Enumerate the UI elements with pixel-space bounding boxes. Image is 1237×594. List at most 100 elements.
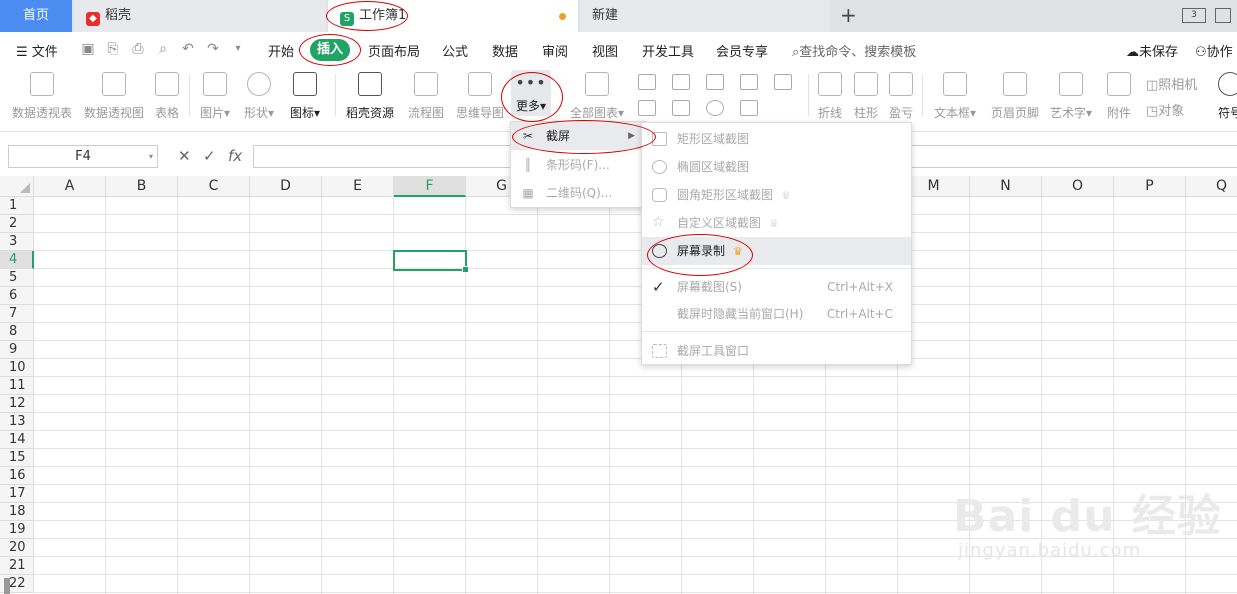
active-cell[interactable] — [393, 250, 469, 273]
row-header[interactable]: 20 — [0, 539, 34, 557]
collaborate-button[interactable]: ⚇协作 — [1195, 41, 1233, 60]
menu-developer[interactable]: 开发工具 — [642, 41, 694, 60]
wordart-button[interactable]: 艺术字▾ — [1050, 72, 1092, 121]
name-box[interactable]: F4 ▾ — [8, 145, 158, 168]
textbox-button[interactable]: 文本框▾ — [934, 72, 976, 121]
column-header[interactable]: P — [1114, 176, 1186, 197]
command-search[interactable]: ⌕查找命令、搜索模板 — [792, 41, 916, 60]
menu-review[interactable]: 审阅 — [542, 41, 568, 60]
object-button[interactable]: ◳对象 — [1146, 100, 1184, 119]
header-footer-button[interactable]: 页眉页脚 — [991, 72, 1039, 121]
confirm-icon[interactable]: ✓ — [203, 147, 216, 165]
symbol-button[interactable]: 符号 — [1218, 72, 1237, 121]
bar-chart-icon[interactable] — [672, 74, 690, 90]
column-header[interactable]: F — [394, 176, 466, 197]
menu-item-qrcode[interactable]: ▦ 二维码(Q)... — [511, 179, 645, 207]
function-icon[interactable]: fx — [228, 147, 242, 165]
file-menu[interactable]: ☰ 文件 — [16, 41, 58, 60]
row-header[interactable]: 13 — [0, 413, 34, 431]
icon-library-button[interactable]: 图标▾ — [290, 72, 320, 121]
menu-view[interactable]: 视图 — [592, 41, 618, 60]
row-header[interactable]: 17 — [0, 485, 34, 503]
redo-icon[interactable]: ↷ — [205, 41, 221, 57]
cloud-save-status[interactable]: ☁未保存 — [1126, 41, 1178, 60]
undo-icon[interactable]: ↶ — [180, 41, 196, 57]
all-charts-button[interactable]: 全部图表▾ — [570, 72, 624, 121]
cancel-icon[interactable]: ✕ — [178, 147, 191, 165]
print-icon[interactable]: ⎙ — [130, 41, 146, 57]
row-header[interactable]: 6 — [0, 287, 34, 305]
row-header[interactable]: 2 — [0, 215, 34, 233]
row-header[interactable]: 5 — [0, 269, 34, 287]
row-header[interactable]: 16 — [0, 467, 34, 485]
menu-item-custom-capture[interactable]: ☆ 自定义区域截图 ♛ — [642, 209, 911, 237]
row-header[interactable]: 9 — [0, 341, 34, 359]
pivot-table-button[interactable]: 数据透视表 — [12, 72, 72, 121]
menu-item-ellipse-capture[interactable]: 椭圆区域截图 — [642, 153, 911, 181]
column-header[interactable]: N — [970, 176, 1042, 197]
save-icon[interactable]: ▣ — [80, 41, 96, 57]
export-pdf-icon[interactable]: ⎘ — [105, 41, 121, 57]
new-tab-plus-icon[interactable]: + — [840, 0, 857, 32]
menu-data[interactable]: 数据 — [492, 41, 518, 60]
flowchart-button[interactable]: 流程图 — [408, 72, 444, 121]
menu-item-roundrect-capture[interactable]: 圆角矩形区域截图 ♛ — [642, 181, 911, 209]
sparkline-line-button[interactable]: 折线 — [818, 72, 842, 121]
row-header[interactable]: 10 — [0, 359, 34, 377]
row-header[interactable]: 8 — [0, 323, 34, 341]
shape-button[interactable]: 形状▾ — [244, 72, 274, 121]
window-tile-icon[interactable] — [1215, 8, 1231, 23]
menu-item-hide-window[interactable]: 截屏时隐藏当前窗口(H) Ctrl+Alt+C — [642, 300, 911, 328]
radar-chart-icon[interactable] — [740, 100, 758, 116]
menu-formulas[interactable]: 公式 — [442, 41, 468, 60]
menu-item-barcode[interactable]: ║ 条形码(F)... — [511, 151, 645, 179]
row-header[interactable]: 18 — [0, 503, 34, 521]
menu-item-capture-tool-window[interactable]: 截屏工具窗口 — [642, 337, 911, 365]
row-header[interactable]: 11 — [0, 377, 34, 395]
picture-button[interactable]: 图片▾ — [200, 72, 230, 121]
column-header[interactable]: C — [178, 176, 250, 197]
docer-resources-button[interactable]: 稻壳资源 — [346, 72, 394, 121]
area-chart-icon[interactable] — [638, 100, 656, 116]
scatter-chart-icon[interactable] — [740, 74, 758, 90]
chevron-down-icon[interactable]: ▾ — [149, 146, 153, 167]
menu-home[interactable]: 开始 — [268, 41, 294, 60]
table-button[interactable]: 表格 — [155, 72, 179, 121]
row-header[interactable]: 19 — [0, 521, 34, 539]
column-header[interactable]: A — [34, 176, 106, 197]
mindmap-button[interactable]: 思维导图 — [456, 72, 504, 121]
pivot-chart-button[interactable]: 数据透视图 — [84, 72, 144, 121]
tab-docer[interactable]: ◆ 稻壳 — [74, 0, 326, 32]
select-all-corner[interactable] — [0, 176, 34, 197]
histogram-chart-icon[interactable] — [672, 100, 690, 116]
stock-chart-icon[interactable] — [774, 74, 792, 90]
row-header[interactable]: 15 — [0, 449, 34, 467]
column-header[interactable]: B — [106, 176, 178, 197]
column-header[interactable]: O — [1042, 176, 1114, 197]
sheet-scroll-handle[interactable] — [4, 578, 10, 594]
tab-home[interactable]: 首页 — [0, 0, 72, 32]
camera-button[interactable]: ◫照相机 — [1146, 74, 1197, 93]
row-header[interactable]: 12 — [0, 395, 34, 413]
menu-item-screen-capture[interactable]: ✓ 屏幕截图(S) Ctrl+Alt+X — [642, 273, 911, 301]
row-header[interactable]: 7 — [0, 305, 34, 323]
row-header[interactable]: 1 — [0, 197, 34, 215]
window-count-icon[interactable]: 3 — [1182, 8, 1206, 23]
print-preview-icon[interactable]: ⌕ — [155, 41, 171, 57]
tab-new[interactable]: 新建 — [580, 0, 830, 32]
row-header[interactable]: 4 — [0, 251, 34, 269]
column-chart-icon[interactable] — [638, 74, 656, 90]
sparkline-column-button[interactable]: 柱形 — [854, 72, 878, 121]
column-header[interactable]: D — [250, 176, 322, 197]
sparkline-winloss-button[interactable]: 盈亏 — [889, 72, 913, 121]
menu-page-layout[interactable]: 页面布局 — [368, 41, 420, 60]
column-header[interactable]: E — [322, 176, 394, 197]
row-header[interactable]: 21 — [0, 557, 34, 575]
menu-member[interactable]: 会员专享 — [716, 41, 768, 60]
menu-item-rect-capture[interactable]: 矩形区域截图 — [642, 125, 911, 153]
row-header[interactable]: 3 — [0, 233, 34, 251]
quick-access-dropdown-icon[interactable]: ▾ — [230, 41, 246, 57]
column-header[interactable]: Q — [1186, 176, 1237, 197]
row-header[interactable]: 14 — [0, 431, 34, 449]
attachment-button[interactable]: 附件 — [1107, 72, 1131, 121]
